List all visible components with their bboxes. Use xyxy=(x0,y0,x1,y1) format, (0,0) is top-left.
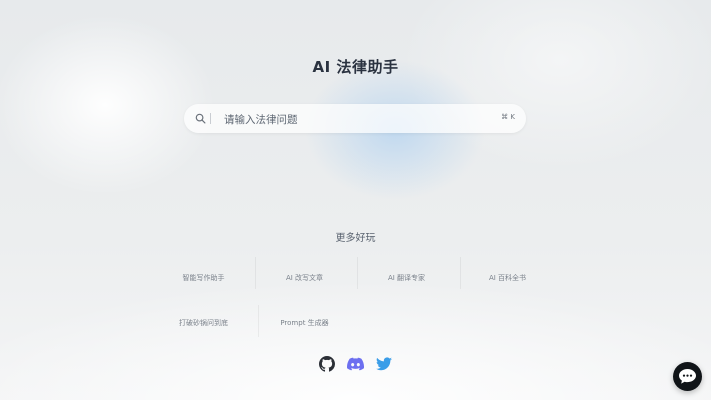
page-title: AI 法律助手 xyxy=(312,58,399,76)
tool-link-writing-assistant[interactable]: 智能写作助手 xyxy=(152,273,255,283)
tool-link-ask-to-the-end[interactable]: 打破砂锅问到底 xyxy=(152,318,255,328)
tool-link-prompt-generator[interactable]: Prompt 生成器 xyxy=(253,318,356,328)
tool-link-encyclopedia[interactable]: AI 百科全书 xyxy=(456,273,559,283)
twitter-icon[interactable] xyxy=(376,356,392,372)
tool-link-translation-expert[interactable]: AI 翻译专家 xyxy=(355,273,458,283)
github-icon[interactable] xyxy=(319,356,335,372)
chat-bubble-icon xyxy=(679,369,696,384)
discord-icon[interactable] xyxy=(347,356,364,372)
chat-button[interactable] xyxy=(673,362,702,391)
search-shortcut-hint: ⌘ K xyxy=(501,113,515,121)
more-fun-heading: 更多好玩 xyxy=(335,233,376,244)
search-divider xyxy=(210,113,211,124)
tool-link-rewrite-article[interactable]: AI 改写文章 xyxy=(253,273,356,283)
search-input[interactable] xyxy=(222,108,496,131)
search-bar[interactable]: ⌘ K xyxy=(184,104,526,133)
search-icon xyxy=(195,113,206,124)
